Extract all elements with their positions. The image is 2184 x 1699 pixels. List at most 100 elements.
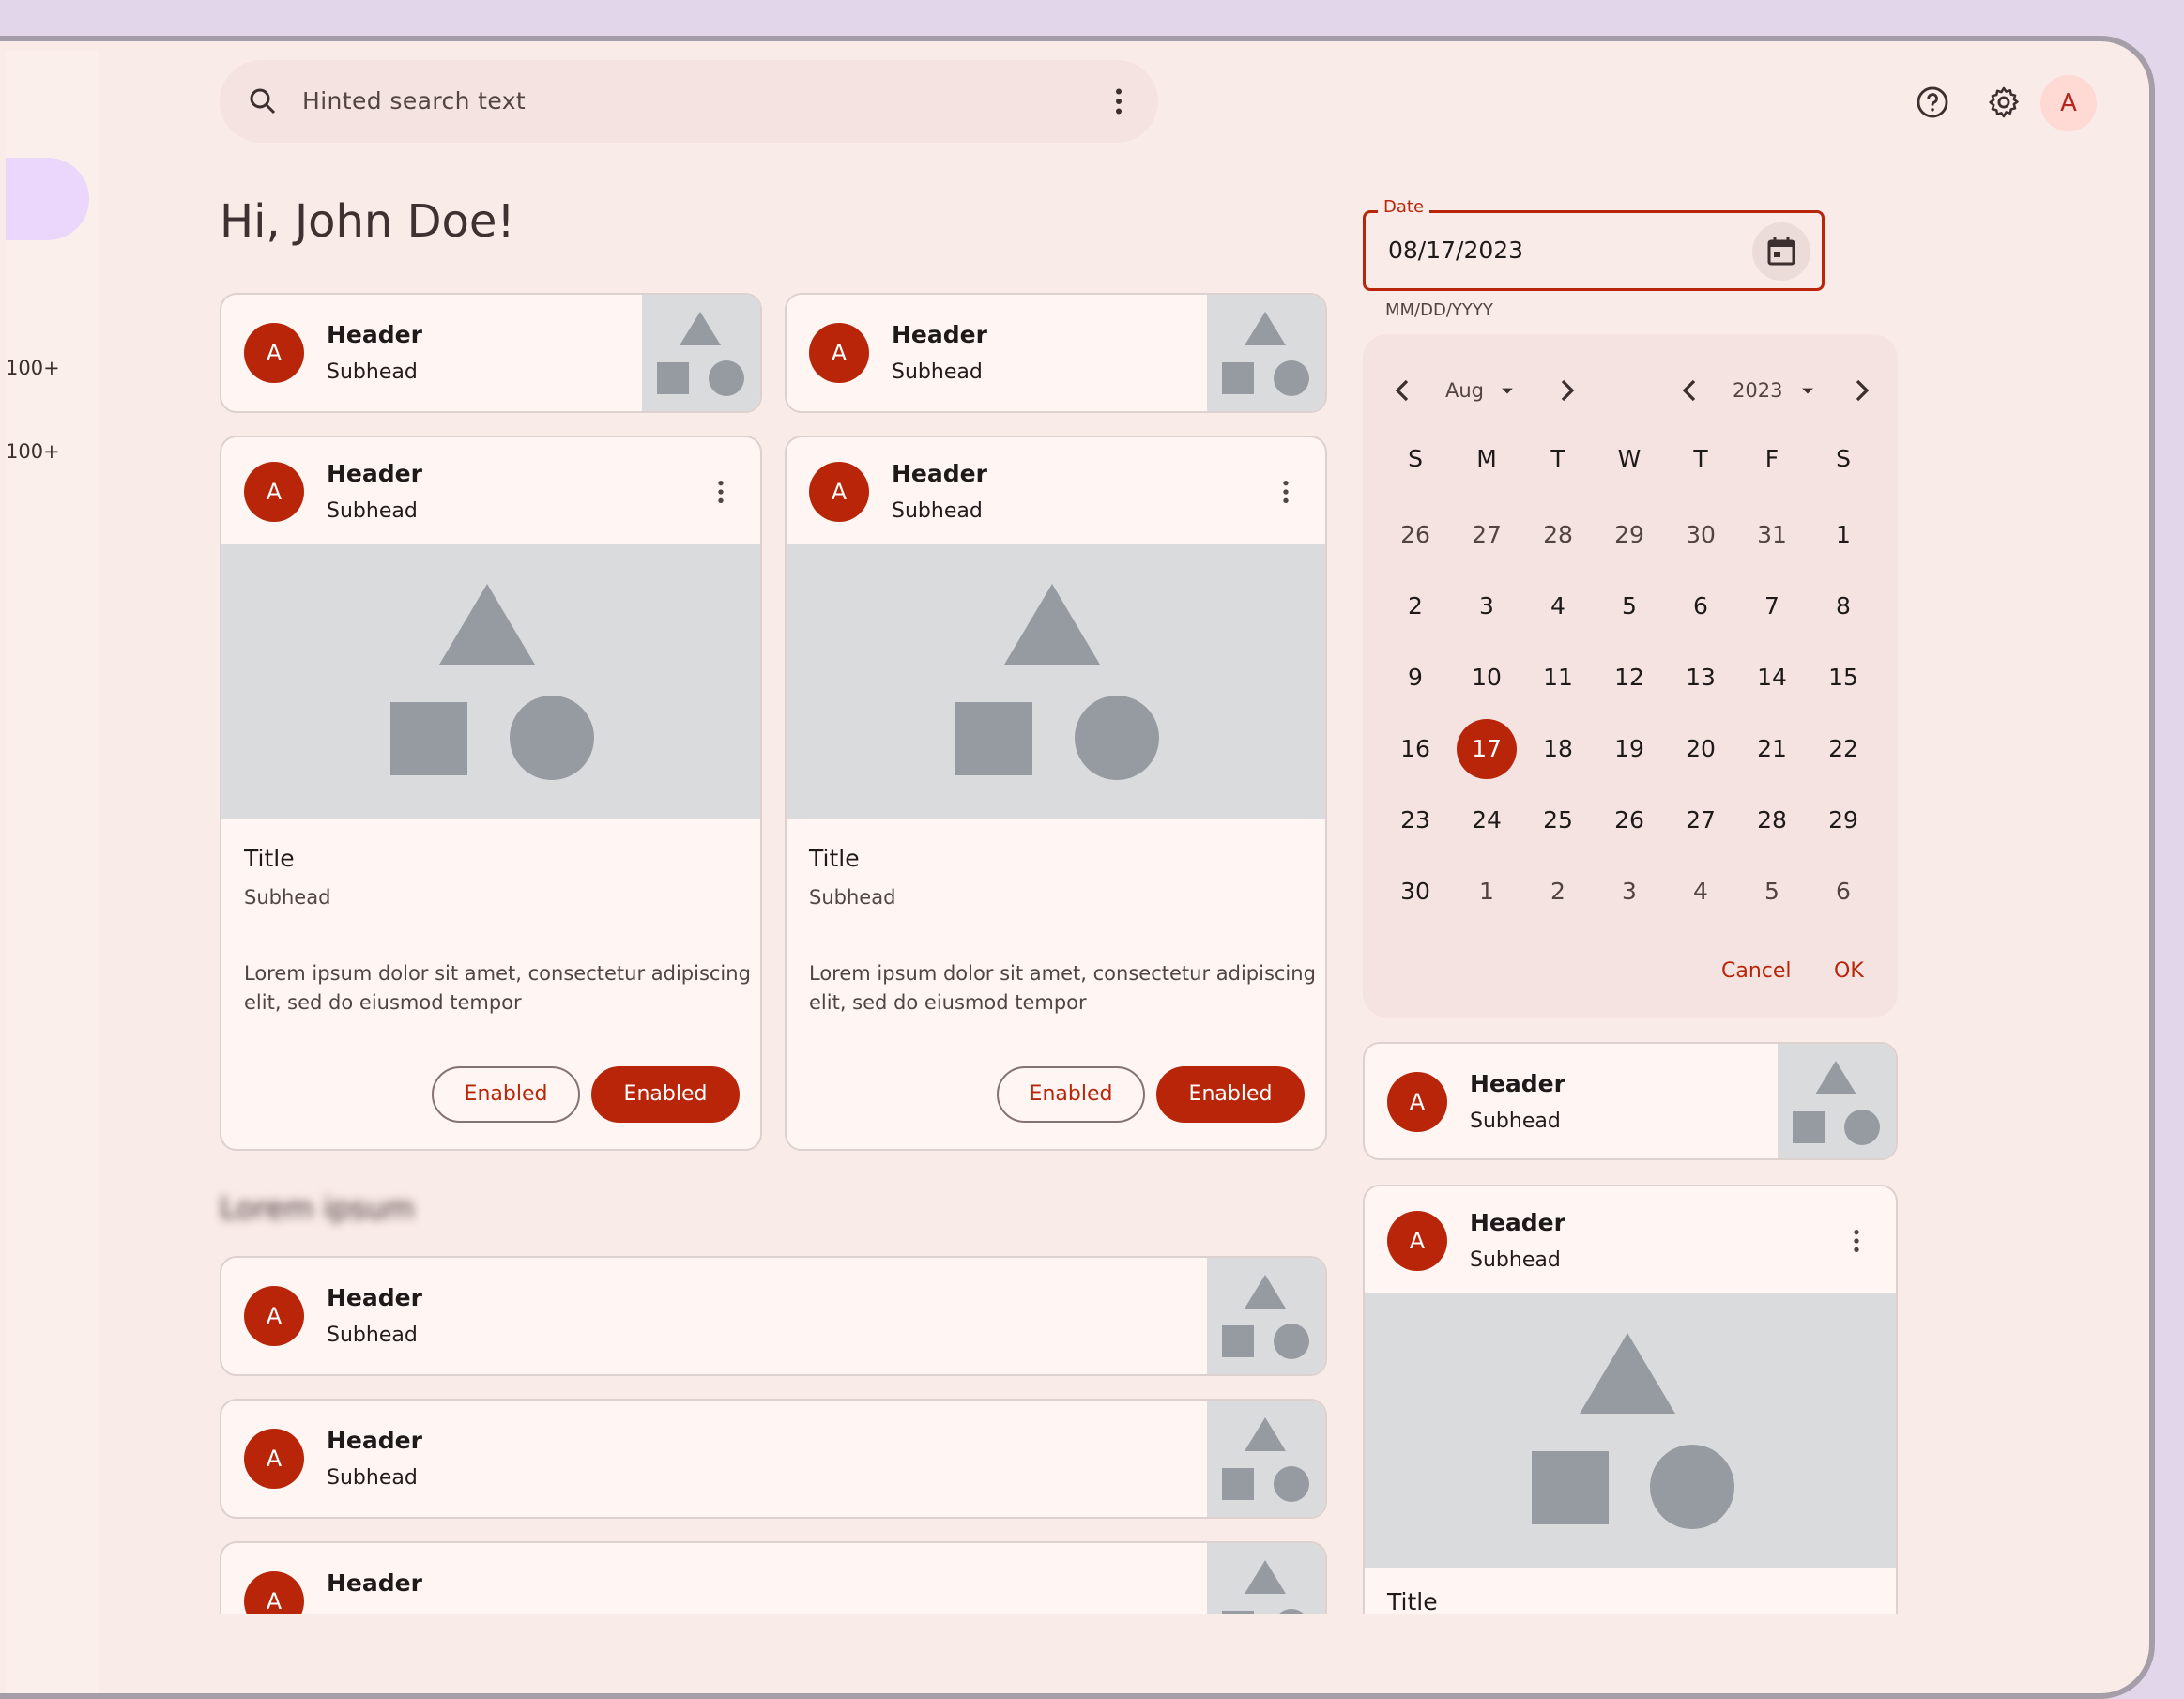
- calendar-day[interactable]: 1: [1457, 862, 1517, 922]
- compact-card[interactable]: A Header Subhead: [785, 293, 1327, 413]
- date-input[interactable]: 08/17/2023: [1388, 213, 1523, 288]
- calendar-day[interactable]: 16: [1385, 719, 1445, 779]
- list-card[interactable]: A Header: [220, 1541, 1327, 1614]
- search-input[interactable]: Hinted search text: [302, 60, 526, 143]
- calendar-day[interactable]: 7: [1742, 576, 1802, 636]
- calendar-day[interactable]: 14: [1742, 648, 1802, 708]
- rail-active-indicator[interactable]: [6, 158, 89, 240]
- chevron-left-icon[interactable]: [1383, 372, 1421, 409]
- calendar-day[interactable]: 18: [1528, 719, 1588, 779]
- calendar-day[interactable]: 8: [1813, 576, 1873, 636]
- gear-icon[interactable]: [1986, 84, 2022, 120]
- calendar-day[interactable]: 25: [1528, 790, 1588, 850]
- rail-badge: 100+: [6, 440, 60, 463]
- calendar-day[interactable]: 17: [1457, 719, 1517, 779]
- calendar-day[interactable]: 6: [1813, 862, 1873, 922]
- calendar-day[interactable]: 1: [1813, 505, 1873, 565]
- calendar-day[interactable]: 9: [1385, 648, 1445, 708]
- calendar-day[interactable]: 26: [1385, 505, 1445, 565]
- card-subhead: Subhead: [327, 499, 418, 523]
- card-header: Header: [327, 460, 422, 487]
- calendar-day[interactable]: 3: [1599, 862, 1659, 922]
- compact-card[interactable]: A Header Subhead: [220, 293, 762, 413]
- more-vert-icon[interactable]: [1271, 477, 1301, 507]
- calendar-day[interactable]: 24: [1457, 790, 1517, 850]
- calendar-day[interactable]: 13: [1671, 648, 1731, 708]
- media-card[interactable]: A Header Subhead Title: [1363, 1185, 1898, 1614]
- more-vert-icon[interactable]: [706, 477, 736, 507]
- calendar-day[interactable]: 4: [1671, 862, 1731, 922]
- calendar-day[interactable]: 5: [1599, 576, 1659, 636]
- weekday-label: T: [1693, 445, 1708, 472]
- calendar-day[interactable]: 15: [1813, 648, 1873, 708]
- dropdown-icon[interactable]: [1795, 377, 1821, 404]
- card-subhead: Subhead: [892, 499, 983, 523]
- outlined-button[interactable]: Enabled: [997, 1066, 1145, 1123]
- calendar-day[interactable]: 6: [1671, 576, 1731, 636]
- cancel-button[interactable]: Cancel: [1721, 959, 1792, 983]
- user-avatar[interactable]: A: [2040, 75, 2097, 131]
- media-card[interactable]: A Header Subhead Title Subhead Lorem ips…: [220, 436, 762, 1151]
- media-card[interactable]: A Header Subhead Title Subhead Lorem ips…: [785, 436, 1327, 1151]
- calendar-day[interactable]: 27: [1457, 505, 1517, 565]
- compact-card[interactable]: A Header Subhead: [1363, 1042, 1898, 1160]
- card-media: [787, 544, 1325, 819]
- calendar-day[interactable]: 10: [1457, 648, 1517, 708]
- chevron-right-icon[interactable]: [1843, 372, 1881, 409]
- placeholder-shapes-icon: [955, 584, 1159, 780]
- more-vert-icon[interactable]: [1841, 1226, 1871, 1256]
- calendar-day[interactable]: 30: [1385, 862, 1445, 922]
- filled-button[interactable]: Enabled: [591, 1066, 740, 1123]
- calendar-day[interactable]: 28: [1742, 790, 1802, 850]
- calendar-day[interactable]: 2: [1385, 576, 1445, 636]
- section-title: Lorem ipsum: [220, 1190, 415, 1226]
- search-icon[interactable]: [246, 84, 280, 118]
- chevron-left-icon[interactable]: [1671, 372, 1708, 409]
- card-thumbnail: [1207, 1258, 1325, 1374]
- date-input-field[interactable]: 08/17/2023: [1363, 210, 1825, 291]
- rail-badge: 100+: [6, 357, 60, 379]
- calendar-day[interactable]: 30: [1671, 505, 1731, 565]
- avatar: A: [1387, 1211, 1447, 1271]
- weekday-label: T: [1550, 445, 1565, 472]
- calendar-day[interactable]: 21: [1742, 719, 1802, 779]
- help-icon[interactable]: [1915, 84, 1950, 120]
- card-thumbnail: [1778, 1044, 1896, 1158]
- calendar-day[interactable]: 29: [1813, 790, 1873, 850]
- calendar-day[interactable]: 20: [1671, 719, 1731, 779]
- card-title: Title: [244, 845, 295, 872]
- ok-button[interactable]: OK: [1834, 959, 1864, 983]
- calendar-day[interactable]: 27: [1671, 790, 1731, 850]
- calendar-day[interactable]: 29: [1599, 505, 1659, 565]
- list-card[interactable]: A Header Subhead: [220, 1399, 1327, 1519]
- calendar-day[interactable]: 4: [1528, 576, 1588, 636]
- calendar-day[interactable]: 3: [1457, 576, 1517, 636]
- chevron-right-icon[interactable]: [1549, 372, 1586, 409]
- calendar-day[interactable]: 28: [1528, 505, 1588, 565]
- calendar-day[interactable]: 19: [1599, 719, 1659, 779]
- card-header: Header: [1470, 1209, 1565, 1236]
- year-selector[interactable]: 2023: [1733, 372, 1782, 409]
- outlined-button[interactable]: Enabled: [432, 1066, 580, 1123]
- card-title: Title: [809, 845, 860, 872]
- search-bar[interactable]: Hinted search text: [220, 60, 1158, 143]
- calendar-button[interactable]: [1752, 222, 1810, 281]
- calendar-day[interactable]: 23: [1385, 790, 1445, 850]
- calendar-day[interactable]: 11: [1528, 648, 1588, 708]
- card-thumbnail: [1207, 1401, 1325, 1517]
- calendar-day[interactable]: 5: [1742, 862, 1802, 922]
- calendar-day[interactable]: 31: [1742, 505, 1802, 565]
- card-subhead: Subhead: [327, 1324, 418, 1347]
- month-label: Aug: [1445, 379, 1485, 402]
- more-vert-icon[interactable]: [1102, 84, 1136, 118]
- dropdown-icon[interactable]: [1494, 377, 1520, 404]
- calendar-day[interactable]: 26: [1599, 790, 1659, 850]
- list-card[interactable]: A Header Subhead: [220, 1256, 1327, 1376]
- placeholder-shapes-icon: [1532, 1333, 1734, 1529]
- calendar-day[interactable]: 12: [1599, 648, 1659, 708]
- month-selector[interactable]: Aug: [1445, 372, 1484, 409]
- calendar-day[interactable]: 2: [1528, 862, 1588, 922]
- filled-button[interactable]: Enabled: [1156, 1066, 1305, 1123]
- placeholder-shapes-icon: [1793, 1061, 1880, 1145]
- calendar-day[interactable]: 22: [1813, 719, 1873, 779]
